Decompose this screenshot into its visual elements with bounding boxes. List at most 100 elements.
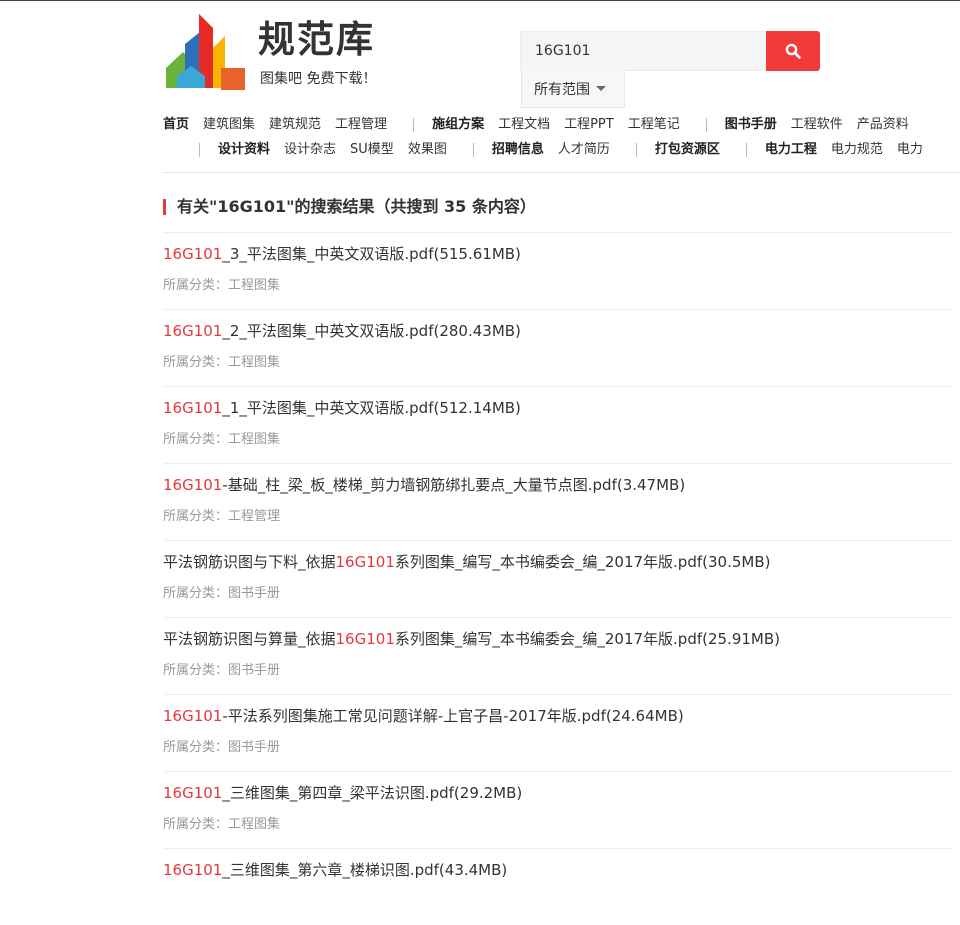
result-title-suffix: _2_平法图集_中英文双语版.pdf(280.43MB) xyxy=(222,322,521,340)
result-category-link[interactable]: 工程图集 xyxy=(228,432,280,447)
search-button[interactable] xyxy=(766,31,820,71)
nav-separator xyxy=(705,118,707,132)
result-title-suffix: 系列图集_编写_本书编委会_编_2017年版.pdf(25.91MB) xyxy=(394,630,781,648)
result-category-prefix: 所属分类： xyxy=(163,586,229,601)
nav-link[interactable]: 电力工程 xyxy=(765,139,817,161)
result-category-prefix: 所属分类： xyxy=(163,509,229,524)
result-category-link[interactable]: 工程图集 xyxy=(228,355,280,370)
result-title-suffix: -平法系列图集施工常见问题详解-上官子昌-2017年版.pdf(24.64MB) xyxy=(222,707,684,725)
result-item: 16G101_三维图集_第六章_楼梯识图.pdf(43.4MB) xyxy=(163,848,953,925)
results-heading-text: 有关"16G101"的搜索结果（共搜到 35 条内容） xyxy=(177,197,536,216)
result-title-link[interactable]: 16G101_3_平法图集_中英文双语版.pdf(515.61MB) xyxy=(163,243,521,265)
result-category-prefix: 所属分类： xyxy=(163,817,229,832)
top-border xyxy=(0,0,960,1)
nav-link[interactable]: 设计杂志 xyxy=(284,139,336,161)
result-title-link[interactable]: 16G101_三维图集_第四章_梁平法识图.pdf(29.2MB) xyxy=(163,782,522,804)
result-category-link[interactable]: 图书手册 xyxy=(228,586,280,601)
main-nav-row-2: 设计资料 设计杂志 SU模型 效果图 招聘信息 人才简历 打包资源区 电力工程 电力规范 电力 xyxy=(187,139,937,161)
result-title-link[interactable]: 16G101-基础_柱_梁_板_楼梯_剪力墙钢筋绑扎要点_大量节点图.pdf(3… xyxy=(163,474,685,496)
result-title-link[interactable]: 平法钢筋识图与算量_依据16G101系列图集_编写_本书编委会_编_2017年版… xyxy=(163,628,780,650)
search-input[interactable] xyxy=(520,31,766,71)
result-category-prefix: 所属分类： xyxy=(163,740,229,755)
result-item: 16G101-平法系列图集施工常见问题详解-上官子昌-2017年版.pdf(24… xyxy=(163,694,953,771)
result-category: 所属分类：图书手册 xyxy=(163,585,280,603)
nav-link[interactable]: 设计资料 xyxy=(218,139,270,161)
nav-link[interactable]: 打包资源区 xyxy=(655,139,720,161)
result-title-prefix: 平法钢筋识图与下料_依据 xyxy=(163,553,336,571)
results-list: 16G101_3_平法图集_中英文双语版.pdf(515.61MB) 所属分类：工… xyxy=(163,232,953,925)
result-item: 16G101_3_平法图集_中英文双语版.pdf(515.61MB) 所属分类：工… xyxy=(163,232,953,309)
result-category-link[interactable]: 工程图集 xyxy=(228,817,280,832)
nav-separator xyxy=(199,143,200,157)
search-scope-dropdown[interactable]: 所有范围 xyxy=(521,70,625,108)
result-category-link[interactable]: 图书手册 xyxy=(228,663,280,678)
result-title-suffix: _1_平法图集_中英文双语版.pdf(512.14MB) xyxy=(222,399,521,417)
result-category-link[interactable]: 工程图集 xyxy=(228,278,280,293)
nav-link[interactable]: 图书手册 xyxy=(725,114,777,136)
nav-link[interactable]: 产品资料 xyxy=(857,114,909,136)
result-title-link[interactable]: 16G101_1_平法图集_中英文双语版.pdf(512.14MB) xyxy=(163,397,521,419)
result-title-suffix: _3_平法图集_中英文双语版.pdf(515.61MB) xyxy=(222,245,521,263)
results-heading: 有关"16G101"的搜索结果（共搜到 35 条内容） xyxy=(163,196,536,218)
nav-link[interactable]: 建筑规范 xyxy=(269,114,321,136)
nav-link[interactable]: 工程文档 xyxy=(498,114,550,136)
result-item: 16G101_三维图集_第四章_梁平法识图.pdf(29.2MB) 所属分类：工程… xyxy=(163,771,953,848)
logo-tagline: 图集吧 免费下载！ xyxy=(260,71,377,87)
result-title-highlight: 16G101 xyxy=(163,476,223,494)
site-logo[interactable]: 规范库 图集吧 免费下载！ xyxy=(163,10,393,94)
result-category: 所属分类：图书手册 xyxy=(163,739,280,757)
result-category: 所属分类：图书手册 xyxy=(163,662,280,680)
result-category: 所属分类：工程图集 xyxy=(163,277,280,295)
result-title-link[interactable]: 16G101_三维图集_第六章_楼梯识图.pdf(43.4MB) xyxy=(163,859,507,881)
nav-link[interactable]: 工程笔记 xyxy=(628,114,680,136)
logo-buildings-icon xyxy=(166,14,245,90)
nav-link[interactable]: 工程PPT xyxy=(564,114,614,136)
nav-link[interactable]: 施组方案 xyxy=(432,114,484,136)
result-title-highlight: 16G101 xyxy=(163,322,223,340)
nav-link[interactable]: 招聘信息 xyxy=(492,139,544,161)
result-title-highlight: 16G101 xyxy=(163,245,223,263)
search-scope-label: 所有范围 xyxy=(534,81,590,98)
result-category-link[interactable]: 工程管理 xyxy=(228,509,280,524)
result-category: 所属分类：工程图集 xyxy=(163,354,280,372)
nav-separator xyxy=(413,118,415,132)
result-title-link[interactable]: 平法钢筋识图与下料_依据16G101系列图集_编写_本书编委会_编_2017年版… xyxy=(163,551,770,573)
nav-link[interactable]: 工程管理 xyxy=(335,114,387,136)
nav-separator xyxy=(745,143,747,157)
result-title-highlight: 16G101 xyxy=(163,861,223,879)
nav-link[interactable]: 首页 xyxy=(163,114,189,136)
nav-link[interactable]: 效果图 xyxy=(408,139,447,161)
result-title-highlight: 16G101 xyxy=(335,553,395,571)
nav-separator xyxy=(635,143,637,157)
result-item: 平法钢筋识图与下料_依据16G101系列图集_编写_本书编委会_编_2017年版… xyxy=(163,540,953,617)
result-category: 所属分类：工程图集 xyxy=(163,431,280,449)
heading-accent-bar xyxy=(163,199,166,215)
result-category: 所属分类：工程图集 xyxy=(163,816,280,834)
result-item: 平法钢筋识图与算量_依据16G101系列图集_编写_本书编委会_编_2017年版… xyxy=(163,617,953,694)
nav-link[interactable]: SU模型 xyxy=(350,139,394,161)
result-category-prefix: 所属分类： xyxy=(163,278,229,293)
result-title-link[interactable]: 16G101_2_平法图集_中英文双语版.pdf(280.43MB) xyxy=(163,320,521,342)
main-nav-row-1: 首页 建筑图集 建筑规范 工程管理 施组方案 工程文档 工程PPT 工程笔记 图书手册 工程软件产… xyxy=(163,114,923,136)
result-category-prefix: 所属分类： xyxy=(163,663,229,678)
nav-link[interactable]: 建筑图集 xyxy=(203,114,255,136)
nav-link[interactable]: 工程软件 xyxy=(791,114,843,136)
result-category: 所属分类：工程管理 xyxy=(163,508,280,526)
result-title-suffix: -基础_柱_梁_板_楼梯_剪力墙钢筋绑扎要点_大量节点图.pdf(3.47MB) xyxy=(222,476,686,494)
result-item: 16G101_2_平法图集_中英文双语版.pdf(280.43MB) 所属分类：工… xyxy=(163,309,953,386)
caret-down-icon xyxy=(596,86,606,91)
result-category-prefix: 所属分类： xyxy=(163,355,229,370)
nav-link[interactable]: 电力规范 xyxy=(831,139,883,161)
result-title-prefix: 平法钢筋识图与算量_依据 xyxy=(163,630,336,648)
result-category-link[interactable]: 图书手册 xyxy=(228,740,280,755)
nav-divider xyxy=(163,172,960,173)
result-item: 16G101-基础_柱_梁_板_楼梯_剪力墙钢筋绑扎要点_大量节点图.pdf(3… xyxy=(163,463,953,540)
nav-link[interactable]: 人才简历 xyxy=(558,139,610,161)
logo-name: 规范库 xyxy=(258,18,375,61)
result-title-link[interactable]: 16G101-平法系列图集施工常见问题详解-上官子昌-2017年版.pdf(24… xyxy=(163,705,684,727)
result-category-prefix: 所属分类： xyxy=(163,432,229,447)
nav-link[interactable]: 电力 xyxy=(897,139,923,161)
result-item: 16G101_1_平法图集_中英文双语版.pdf(512.14MB) 所属分类：工… xyxy=(163,386,953,463)
result-title-highlight: 16G101 xyxy=(163,784,223,802)
result-title-highlight: 16G101 xyxy=(163,399,223,417)
